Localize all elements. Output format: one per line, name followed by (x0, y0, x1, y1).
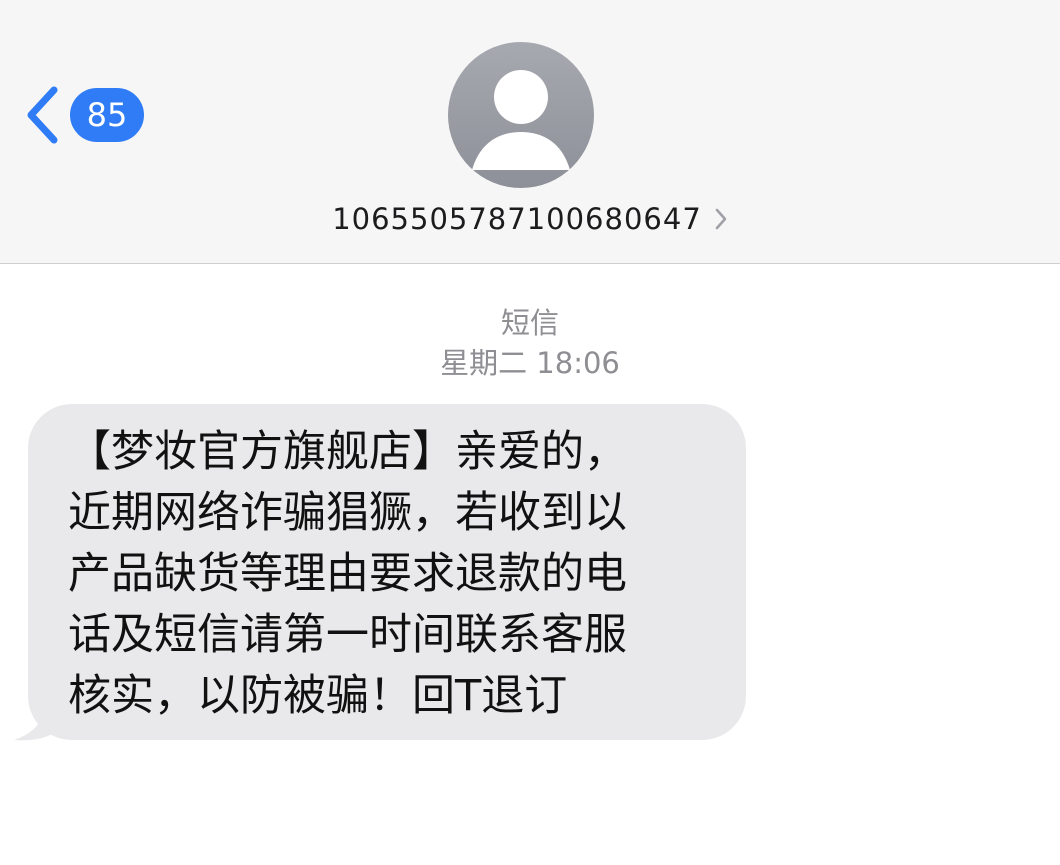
incoming-message-bubble[interactable]: 【梦妆官方旗舰店】亲爱的， 近期网络诈骗猖獗，若收到以 产品缺货等理由要求退款的… (28, 404, 746, 740)
contact-avatar[interactable] (448, 42, 594, 188)
message-text: 【梦妆官方旗舰店】亲爱的， 近期网络诈骗猖獗，若收到以 产品缺货等理由要求退款的… (68, 427, 627, 721)
chevron-left-icon (27, 86, 58, 144)
message-timestamp: 星期二 18:06 (440, 346, 620, 380)
contact-details-button[interactable]: 1065505787100680647 (0, 196, 1060, 242)
contact-phone-number: 1065505787100680647 (332, 202, 702, 236)
back-button[interactable]: 85 (24, 84, 144, 146)
unread-count-badge: 85 (70, 88, 144, 142)
service-type-label: 短信 (500, 306, 559, 340)
message-screen: 85 1065505787100680647 短信 星期二 18:06 【梦妆官… (0, 0, 1060, 865)
chevron-right-icon (715, 208, 727, 230)
conversation-header: 85 1065505787100680647 (0, 0, 1060, 264)
person-silhouette-icon (472, 70, 570, 170)
